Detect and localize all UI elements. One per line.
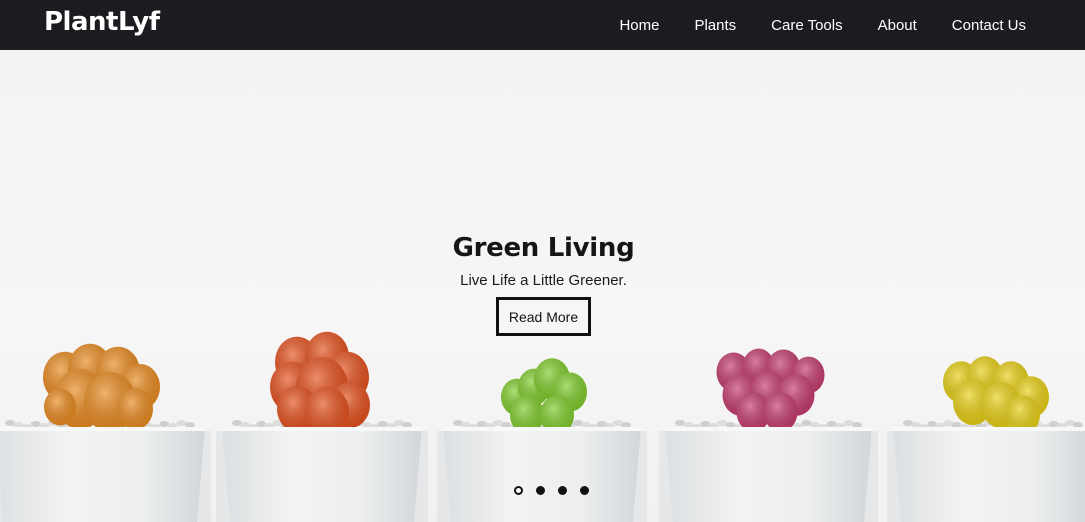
- nav-links: Home Plants Care Tools About Contact Us: [619, 0, 1085, 50]
- carousel-indicator-4[interactable]: [579, 486, 589, 495]
- cactus-lobe-shade: [763, 392, 798, 432]
- pebble: [159, 421, 170, 427]
- navbar: PlantLyf Home Plants Care Tools About Co…: [0, 0, 1085, 50]
- carousel-indicator-3[interactable]: [557, 486, 567, 495]
- nav-link-plants[interactable]: Plants: [694, 17, 736, 34]
- carousel-indicator-2[interactable]: [535, 486, 545, 495]
- carousel-caption: Green Living Live Life a Little Greener.…: [0, 233, 1085, 336]
- pebble: [176, 420, 187, 426]
- flower-pot: [443, 427, 641, 522]
- nav-link-contact-us[interactable]: Contact Us: [952, 17, 1026, 34]
- cactus-lobe-shade: [117, 388, 153, 430]
- pot-rim: [0, 427, 205, 431]
- pot-rim: [893, 427, 1085, 431]
- pot-rim: [222, 427, 422, 431]
- nav-link-care-tools[interactable]: Care Tools: [771, 17, 842, 34]
- flower-pot: [665, 427, 872, 522]
- carousel-indicators: [0, 486, 1085, 495]
- flower-pot: [222, 427, 422, 522]
- carousel-indicator-1[interactable]: [513, 486, 523, 495]
- nav-link-about[interactable]: About: [878, 17, 917, 34]
- hero-title: Green Living: [452, 233, 635, 263]
- pebble: [30, 421, 41, 427]
- pot-rim: [443, 427, 641, 431]
- flower-pot: [0, 427, 205, 522]
- hero-subtitle: Live Life a Little Greener.: [460, 272, 627, 289]
- brand-logo[interactable]: PlantLyf: [44, 7, 160, 37]
- pot-rim: [665, 427, 872, 431]
- read-more-button[interactable]: Read More: [495, 297, 592, 336]
- cactus-lobe-shade: [44, 388, 76, 426]
- pebble: [5, 420, 15, 426]
- hero-carousel: Green Living Live Life a Little Greener.…: [0, 50, 1085, 522]
- nav-link-home[interactable]: Home: [619, 17, 659, 34]
- flower-pot: [893, 427, 1085, 522]
